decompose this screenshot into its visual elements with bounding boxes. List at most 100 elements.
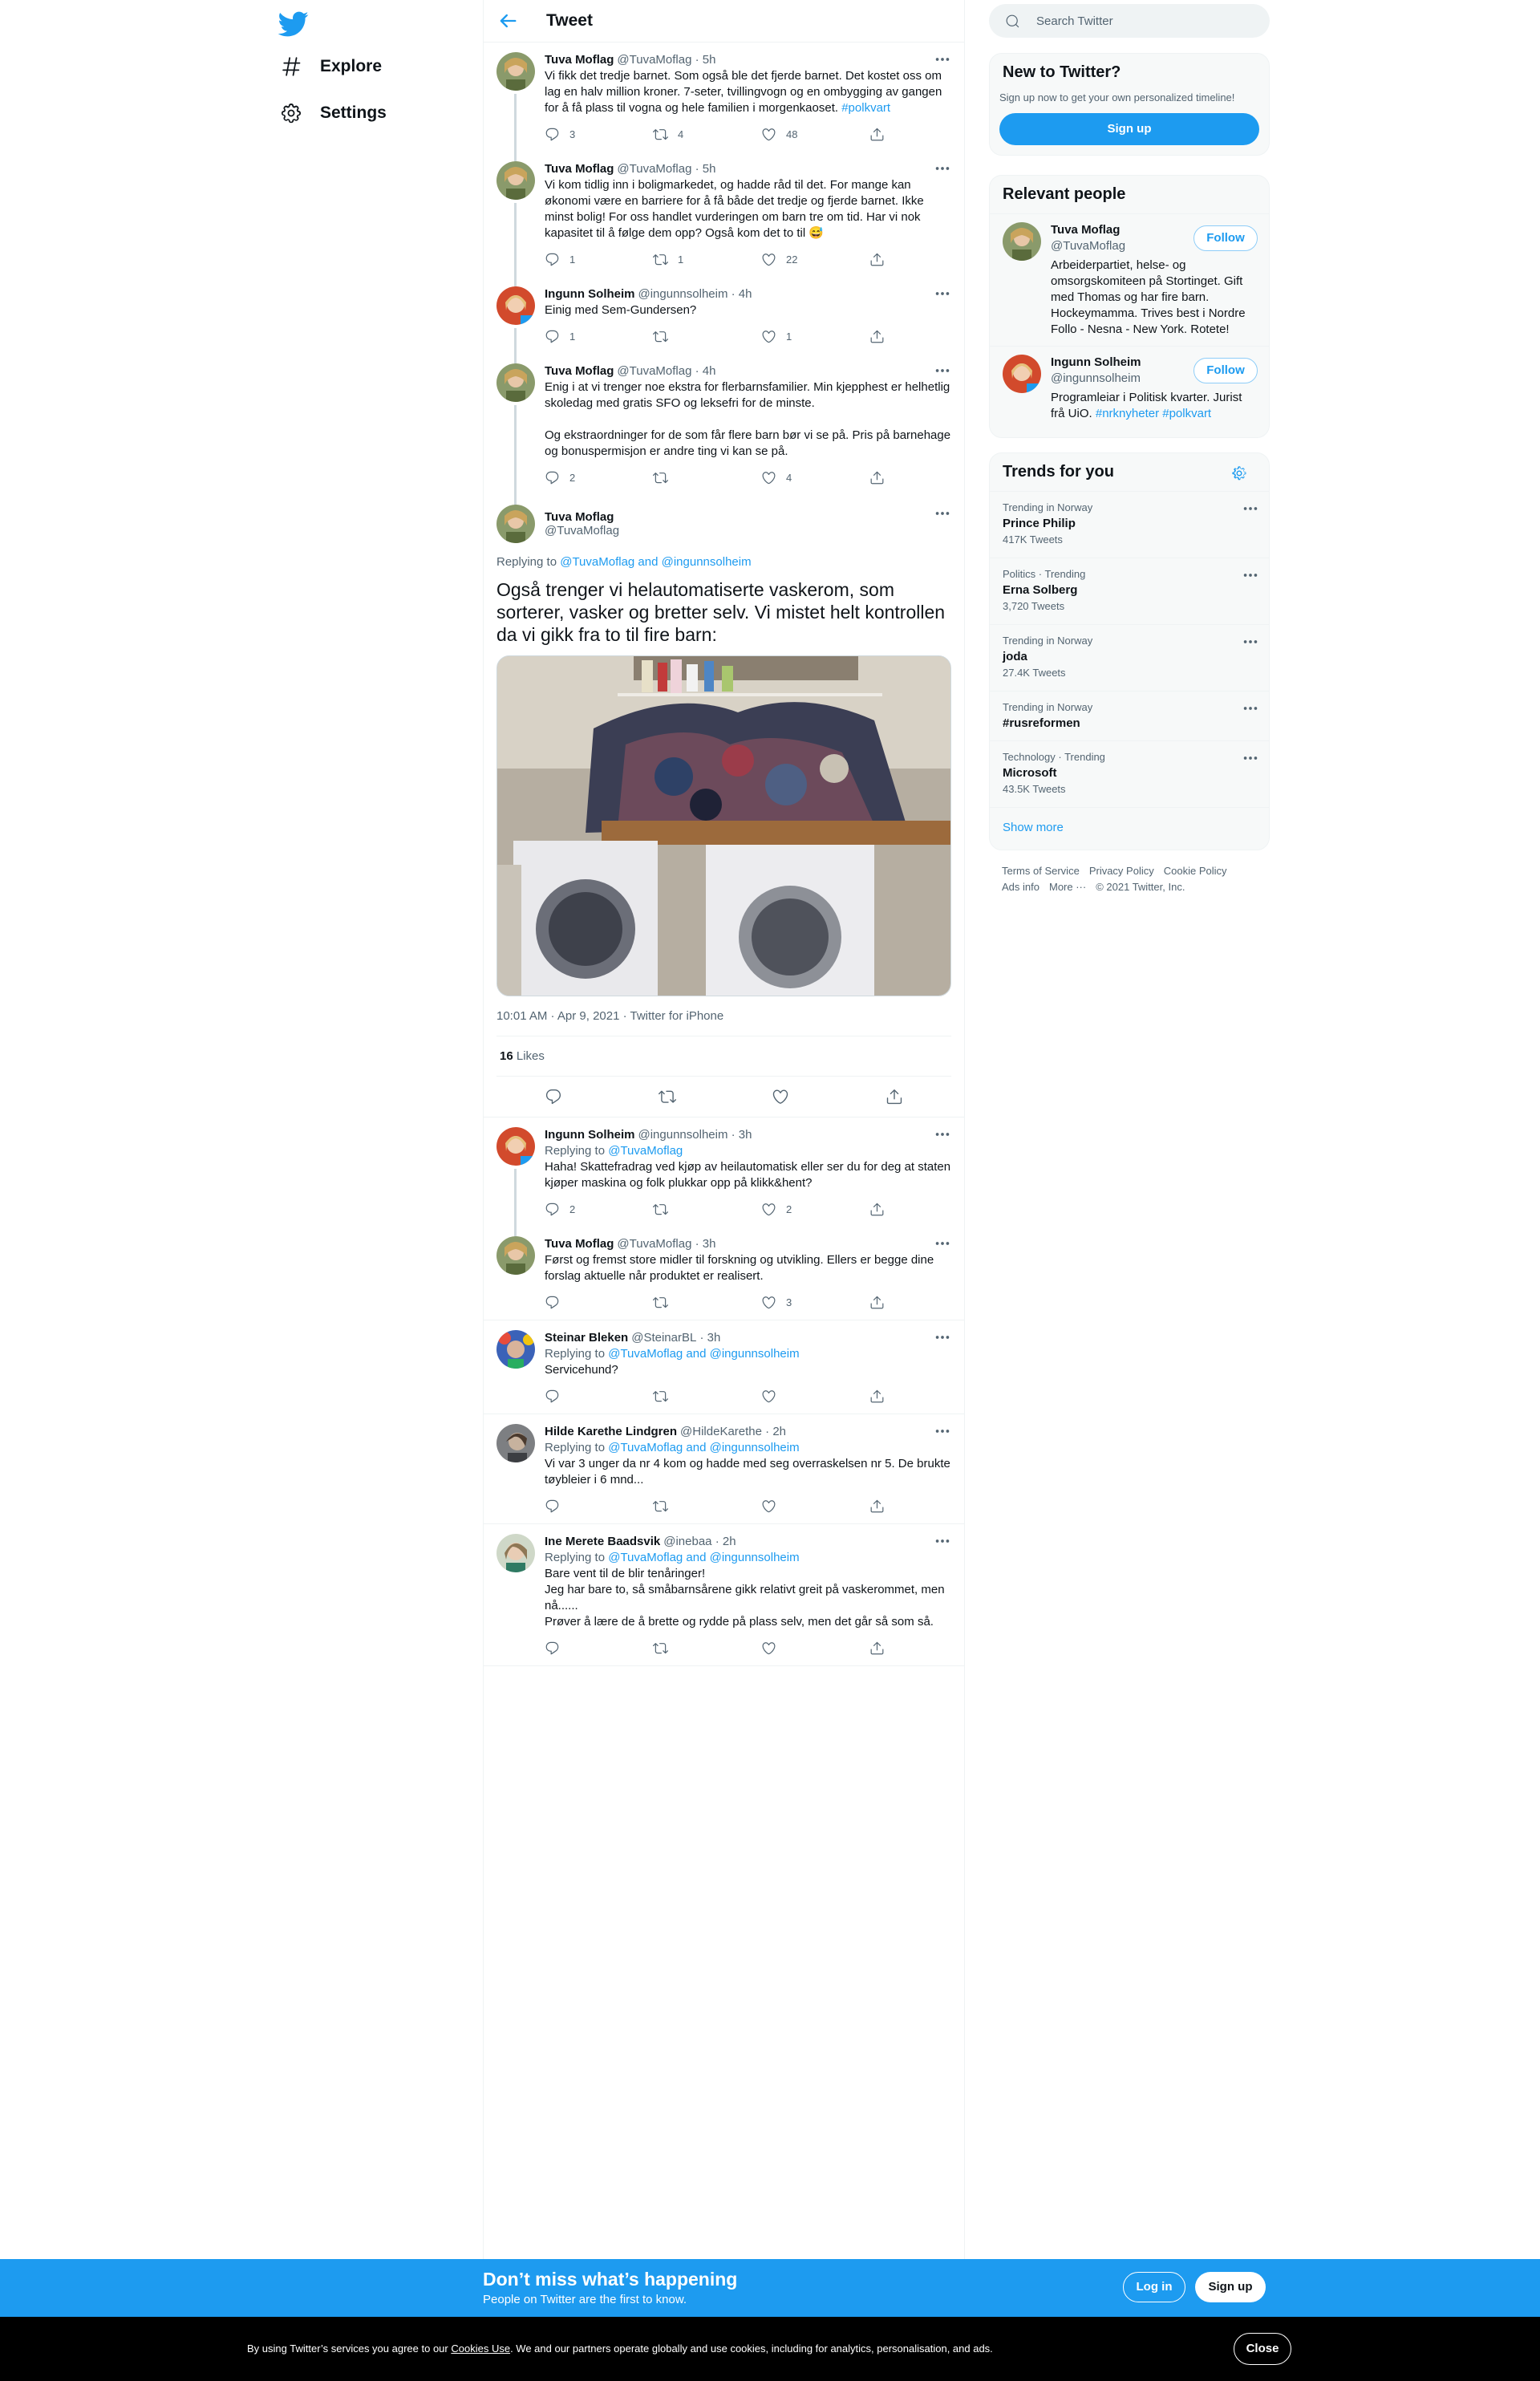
author-name[interactable]: Tuva Moflag bbox=[545, 161, 614, 177]
author-name[interactable]: Hilde Karethe Lindgren bbox=[545, 1424, 677, 1440]
nav-explore[interactable]: Explore bbox=[280, 49, 382, 84]
reply-tweet[interactable]: Ine Merete Baadsvik @inebaa · 2h Replying… bbox=[484, 1524, 964, 1666]
share-icon[interactable] bbox=[886, 1088, 903, 1105]
share-button[interactable] bbox=[869, 470, 894, 485]
footer-link[interactable]: Privacy Policy bbox=[1089, 865, 1154, 877]
more-icon[interactable] bbox=[934, 160, 951, 177]
tweet-time[interactable]: · 3h bbox=[695, 1236, 716, 1252]
avatar[interactable] bbox=[496, 1534, 535, 1572]
share-button[interactable] bbox=[869, 1295, 894, 1310]
trend-item[interactable]: Trending in Norway #rusreformen bbox=[990, 691, 1269, 740]
tweet-time[interactable]: · 3h bbox=[700, 1330, 721, 1346]
more-icon[interactable] bbox=[934, 285, 951, 302]
person-cell[interactable]: Tuva Moflag @TuvaMoflag Arbeiderpartiet,… bbox=[990, 213, 1269, 346]
author-name[interactable]: Tuva Moflag bbox=[545, 363, 614, 379]
retweet-button[interactable] bbox=[653, 329, 761, 344]
author-name[interactable]: Ingunn Solheim bbox=[545, 1127, 635, 1143]
footer-link[interactable]: More ··· bbox=[1049, 881, 1086, 893]
tweet-time[interactable]: · 2h bbox=[765, 1424, 786, 1440]
more-icon[interactable] bbox=[1242, 749, 1259, 767]
footer-link[interactable]: Ads info bbox=[1002, 881, 1040, 893]
search-box[interactable] bbox=[989, 4, 1270, 38]
retweet-button[interactable] bbox=[653, 1389, 761, 1404]
person-cell[interactable]: Ingunn Solheim @ingunnsolheim Programlei… bbox=[990, 346, 1269, 430]
author-name[interactable]: Ingunn Solheim bbox=[545, 286, 635, 302]
reply-button[interactable] bbox=[545, 1499, 653, 1514]
retweet-button[interactable] bbox=[653, 1202, 761, 1217]
retweet-button[interactable] bbox=[653, 470, 761, 485]
mention-link[interactable]: @TuvaMoflag and @ingunnsolheim bbox=[608, 1347, 799, 1361]
reply-button[interactable]: 2 bbox=[545, 1202, 653, 1217]
tweet-time[interactable]: · 4h bbox=[732, 286, 752, 302]
reply-button[interactable] bbox=[545, 1641, 653, 1656]
avatar[interactable] bbox=[496, 363, 535, 402]
share-button[interactable] bbox=[869, 1389, 894, 1404]
trend-item[interactable]: Politics · Trending Erna Solberg 3,720 T… bbox=[990, 558, 1269, 624]
thread-tweet[interactable]: Tuva Moflag @TuvaMoflag · 4h Enig i at vi… bbox=[484, 354, 964, 506]
more-icon[interactable] bbox=[934, 1235, 951, 1252]
reply-button[interactable]: 2 bbox=[545, 470, 653, 485]
more-icon[interactable] bbox=[1242, 633, 1259, 651]
follow-button[interactable]: Follow bbox=[1194, 358, 1258, 383]
author-name[interactable]: Ine Merete Baadsvik bbox=[545, 1534, 660, 1550]
author-name[interactable]: Steinar Bleken bbox=[545, 1330, 628, 1346]
mention-link[interactable]: @TuvaMoflag and @ingunnsolheim bbox=[608, 1441, 799, 1454]
mention-link[interactable]: @TuvaMoflag bbox=[608, 1144, 683, 1158]
thread-tweet[interactable]: Tuva Moflag @TuvaMoflag · 5h Vi kom tidli… bbox=[484, 152, 964, 288]
reply-tweet[interactable]: Tuva Moflag @TuvaMoflag · 3h Først og fre… bbox=[484, 1227, 964, 1320]
mention-link[interactable]: @TuvaMoflag and @ingunnsolheim bbox=[560, 555, 751, 569]
like-button[interactable] bbox=[761, 1389, 869, 1404]
reply-button[interactable] bbox=[545, 1295, 653, 1310]
more-icon[interactable] bbox=[934, 1126, 951, 1143]
avatar[interactable] bbox=[496, 1127, 535, 1166]
like-button[interactable]: 3 bbox=[761, 1295, 869, 1310]
like-button[interactable]: 4 bbox=[761, 470, 869, 485]
tweet-time[interactable]: · 5h bbox=[695, 52, 716, 68]
share-button[interactable] bbox=[869, 1202, 894, 1217]
avatar[interactable] bbox=[496, 1330, 535, 1369]
reply-tweet[interactable]: Ingunn Solheim @ingunnsolheim · 3h Replyi… bbox=[484, 1117, 964, 1238]
tweet-time[interactable]: · 4h bbox=[695, 363, 716, 379]
share-button[interactable] bbox=[869, 329, 894, 344]
more-icon[interactable] bbox=[934, 1422, 951, 1440]
gear-icon[interactable] bbox=[1230, 464, 1248, 482]
reply-tweet[interactable]: Hilde Karethe Lindgren @HildeKarethe · 2h… bbox=[484, 1414, 964, 1524]
trend-item[interactable]: Technology · Trending Microsoft 43.5K Tw… bbox=[990, 740, 1269, 807]
signup-button[interactable]: Sign up bbox=[999, 113, 1259, 145]
share-button[interactable] bbox=[869, 252, 894, 267]
back-arrow-icon[interactable] bbox=[496, 10, 519, 32]
share-button[interactable] bbox=[869, 1499, 894, 1514]
tweet-time[interactable]: · 3h bbox=[732, 1127, 752, 1143]
tweet-timestamp[interactable]: 10:01 AM · Apr 9, 2021 · Twitter for iPh… bbox=[496, 996, 951, 1036]
avatar[interactable] bbox=[1003, 355, 1041, 393]
search-input[interactable] bbox=[1036, 14, 1245, 28]
retweet-button[interactable]: 1 bbox=[653, 252, 761, 267]
trend-item[interactable]: Trending in Norway joda 27.4K Tweets bbox=[990, 624, 1269, 691]
heart-icon[interactable] bbox=[772, 1088, 789, 1105]
more-icon[interactable] bbox=[1242, 566, 1259, 584]
more-icon[interactable] bbox=[934, 362, 951, 379]
reply-button[interactable]: 1 bbox=[545, 329, 653, 344]
mention-link[interactable]: @TuvaMoflag and @ingunnsolheim bbox=[608, 1551, 799, 1564]
close-button[interactable]: Close bbox=[1234, 2333, 1291, 2365]
retweet-button[interactable]: 4 bbox=[653, 127, 761, 142]
avatar[interactable] bbox=[1003, 222, 1041, 261]
like-button[interactable]: 48 bbox=[761, 127, 869, 142]
footer-link[interactable]: Terms of Service bbox=[1002, 865, 1080, 877]
avatar[interactable] bbox=[496, 505, 535, 543]
share-button[interactable] bbox=[869, 127, 894, 142]
thread-tweet[interactable]: Tuva Moflag @TuvaMoflag · 5h Vi fikk det … bbox=[484, 43, 964, 163]
avatar[interactable] bbox=[496, 286, 535, 325]
login-button[interactable]: Log in bbox=[1123, 2272, 1185, 2302]
more-icon[interactable] bbox=[934, 1328, 951, 1346]
reply-button[interactable]: 3 bbox=[545, 127, 653, 142]
reply-icon[interactable] bbox=[545, 1088, 562, 1105]
more-icon[interactable] bbox=[1242, 700, 1259, 717]
reply-button[interactable] bbox=[545, 1389, 653, 1404]
avatar[interactable] bbox=[496, 161, 535, 200]
signup-button[interactable]: Sign up bbox=[1195, 2272, 1266, 2302]
author-name[interactable]: Tuva Moflag bbox=[545, 52, 614, 68]
retweet-icon[interactable] bbox=[658, 1088, 676, 1105]
thread-tweet[interactable]: Ingunn Solheim @ingunnsolheim · 4h Einig … bbox=[484, 277, 964, 365]
cookies-use-link[interactable]: Cookies Use bbox=[451, 2342, 510, 2355]
